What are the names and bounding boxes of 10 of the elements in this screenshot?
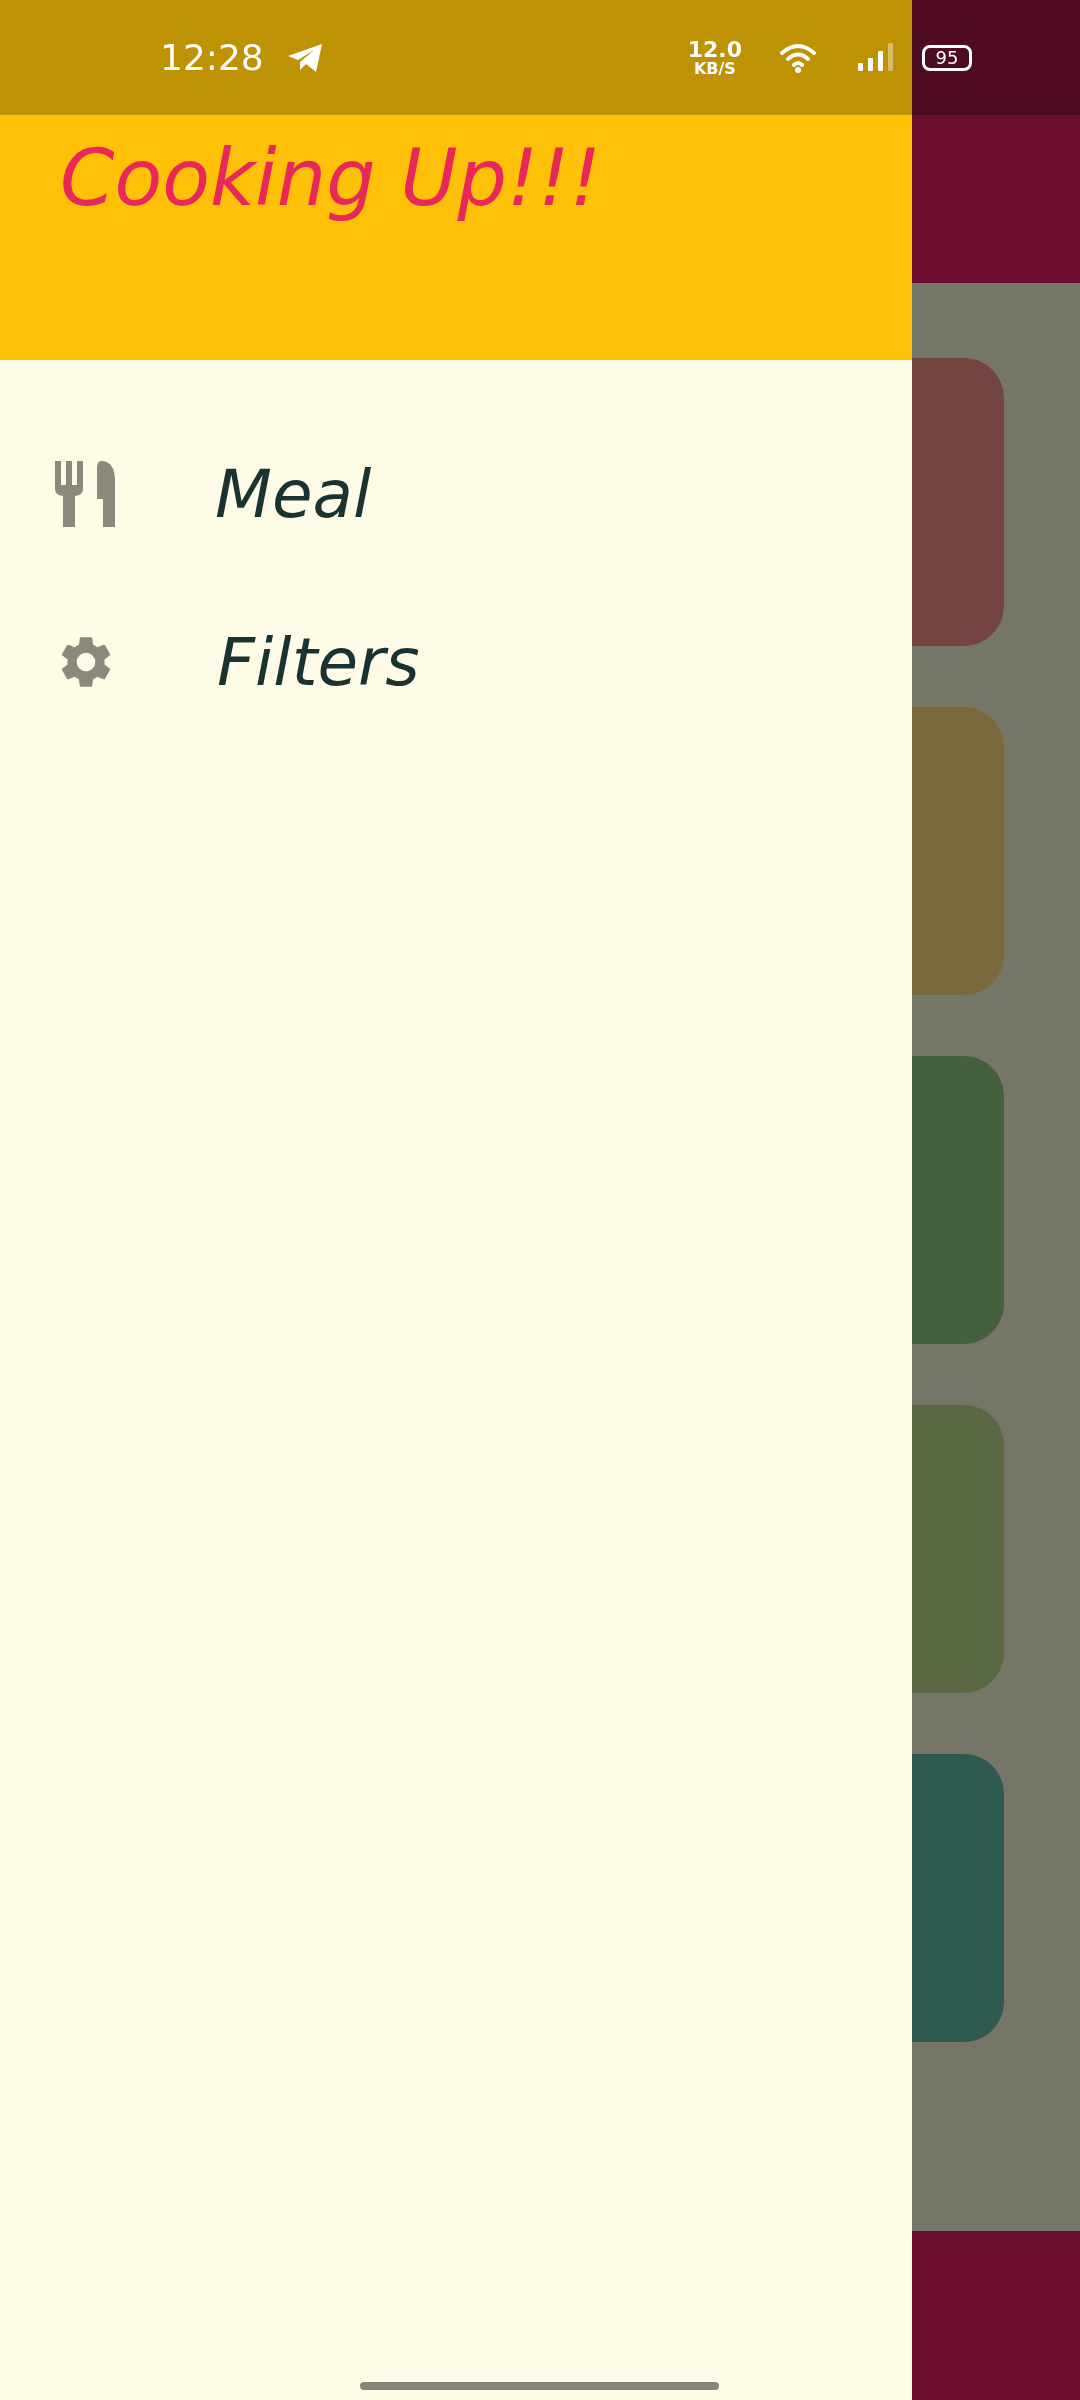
status-time: 12:28 [160, 37, 264, 78]
paper-plane-icon [287, 43, 322, 72]
signal-icon [858, 42, 894, 73]
home-indicator[interactable] [360, 2382, 719, 2390]
network-speed: 12.0 KB/S [687, 38, 742, 77]
drawer-menu-item[interactable]: Meal [0, 410, 912, 578]
cutlery-icon [55, 461, 115, 527]
drawer-title: Cooking Up!!! [60, 133, 601, 223]
drawer-menu-item[interactable]: Filters [0, 578, 912, 746]
battery-indicator: 95 [922, 44, 972, 71]
